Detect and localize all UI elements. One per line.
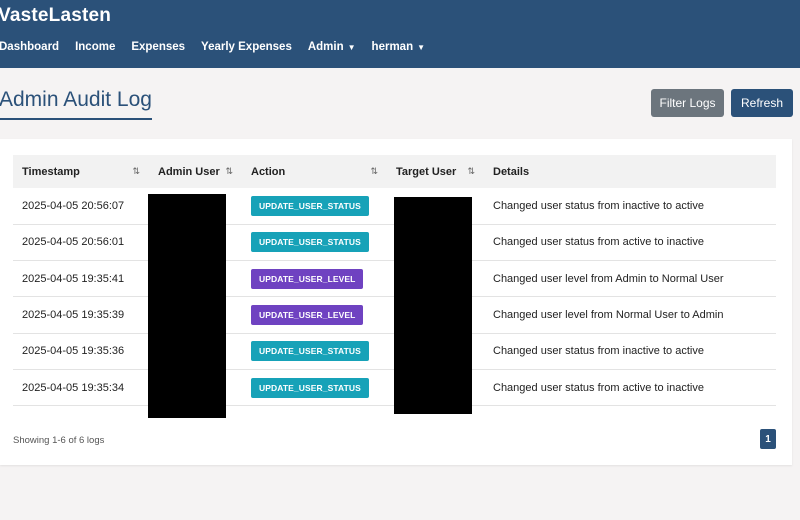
nav-admin-dropdown[interactable]: Admin ▼ [308,41,356,53]
sort-icon: ⇅ [467,166,475,176]
timestamp-cell: 2025-04-05 19:35:39 [22,309,125,322]
timestamp-cell: 2025-04-05 20:56:01 [22,236,125,249]
nav-income[interactable]: Income [75,41,115,53]
page-title: Admin Audit Log [0,88,152,120]
timestamp-cell: 2025-04-05 19:35:41 [22,272,125,285]
action-badge: UPDATE_USER_LEVEL [251,305,364,326]
column-header-action[interactable]: Action ⇅ [242,155,387,188]
action-cell: UPDATE_USER_STATUS [242,333,387,369]
timestamp-cell: 2025-04-05 19:35:34 [22,381,125,394]
details-cell: Changed user status from inactive to act… [493,199,704,212]
action-badge: UPDATE_USER_STATUS [251,195,369,216]
nav-expenses[interactable]: Expenses [131,41,185,53]
action-cell: UPDATE_USER_STATUS [242,369,387,405]
pagination-summary: Showing 1-6 of 6 logs [13,435,105,446]
details-cell: Changed user status from active to inact… [493,236,704,249]
sort-icon: ⇅ [370,166,378,176]
column-header-admin-user[interactable]: Admin User ⇅ [149,155,242,188]
details-cell: Changed user status from inactive to act… [493,345,704,358]
pagination-page-button[interactable]: 1 [760,429,776,449]
details-cell: Changed user status from active to inact… [493,381,704,394]
nav-links: Dashboard Income Expenses Yearly Expense… [0,41,441,53]
action-cell: UPDATE_USER_STATUS [242,188,387,224]
redaction-block-target-user [394,197,472,414]
nav-user-dropdown[interactable]: herman ▼ [372,41,425,53]
action-badge: UPDATE_USER_STATUS [251,341,369,362]
brand-logo-text[interactable]: VasteLasten [0,5,111,27]
action-badge: UPDATE_USER_STATUS [251,377,369,398]
nav-yearly-expenses[interactable]: Yearly Expenses [201,41,292,53]
column-header-target-user[interactable]: Target User ⇅ [387,155,484,188]
action-cell: UPDATE_USER_STATUS [242,224,387,260]
action-cell: UPDATE_USER_LEVEL [242,297,387,333]
caret-down-icon: ▼ [347,42,356,52]
sort-icon: ⇅ [225,166,233,176]
caret-down-icon: ▼ [417,42,426,52]
sort-icon: ⇅ [132,166,140,176]
table-header-row: Timestamp ⇅ Admin User ⇅ Action ⇅ Target Us… [13,155,776,188]
details-cell: Changed user level from Normal User to A… [493,309,724,322]
action-badge: UPDATE_USER_STATUS [251,232,369,253]
action-cell: UPDATE_USER_LEVEL [242,261,387,297]
nav-dashboard[interactable]: Dashboard [0,41,59,53]
filter-logs-button[interactable]: Filter Logs [651,89,724,117]
redaction-block-admin-user [148,194,226,418]
timestamp-cell: 2025-04-05 19:35:36 [22,345,125,358]
timestamp-cell: 2025-04-05 20:56:07 [22,199,125,212]
column-header-timestamp[interactable]: Timestamp ⇅ [13,155,149,188]
action-badge: UPDATE_USER_LEVEL [251,268,364,289]
navbar: VasteLasten Dashboard Income Expenses Ye… [0,0,800,68]
refresh-button[interactable]: Refresh [731,89,793,117]
column-header-details: Details [493,165,530,178]
details-cell: Changed user level from Admin to Normal … [493,272,724,285]
audit-log-card: Timestamp ⇅ Admin User ⇅ Action ⇅ Target Us… [0,139,792,465]
